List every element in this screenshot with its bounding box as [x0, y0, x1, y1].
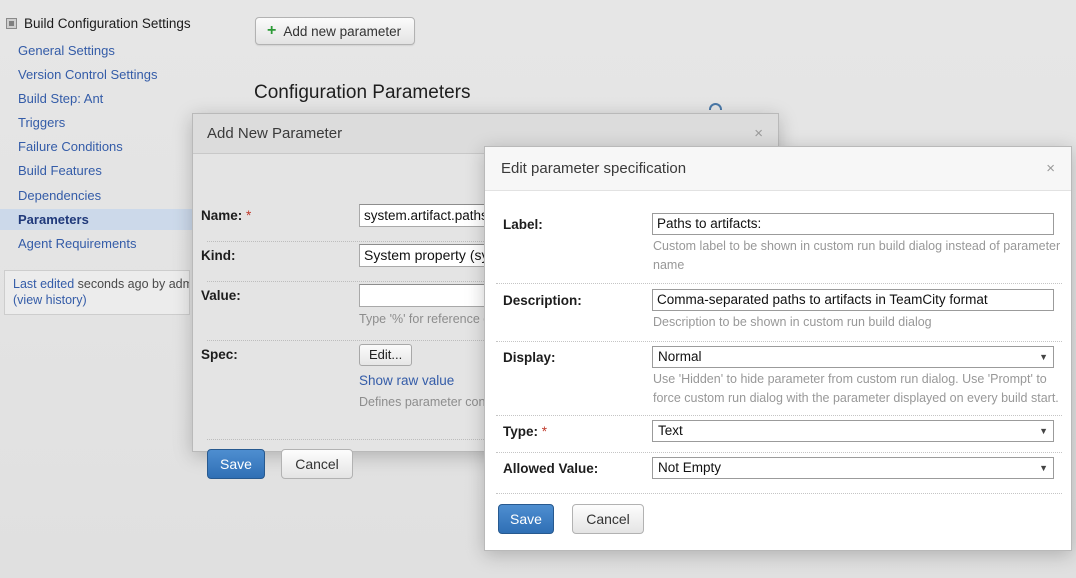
allowed-value-select[interactable]: Not Empty ▼ [652, 457, 1054, 479]
sidebar-item-version-control-settings[interactable]: Version Control Settings [0, 64, 196, 85]
name-field-label: Name: * [201, 208, 252, 223]
description-input[interactable]: Comma-separated paths to artifacts in Te… [652, 289, 1054, 311]
spec-field-label: Spec: [201, 347, 238, 362]
chevron-down-icon: ▼ [1039, 426, 1048, 436]
divider [496, 452, 1062, 453]
edit-dialog-title: Edit parameter specification [501, 160, 687, 177]
collapse-toggle-icon[interactable] [6, 18, 17, 29]
last-edited-prefix: Last edited [13, 277, 75, 291]
add-dialog-cancel-button[interactable]: Cancel [281, 449, 353, 479]
add-new-parameter-button[interactable]: + Add new parameter [255, 17, 416, 45]
edit-dialog-body: Label: Paths to artifacts: Custom label … [485, 191, 1071, 550]
sidebar-item-dependencies[interactable]: Dependencies [0, 185, 196, 206]
label-input[interactable]: Paths to artifacts: [652, 213, 1054, 235]
spec-hint: Defines parameter con [359, 395, 486, 409]
display-hint-line1: Use 'Hidden' to hide parameter from cust… [653, 372, 1047, 386]
add-dialog-save-button[interactable]: Save [207, 449, 265, 479]
value-hint: Type '%' for reference c [359, 312, 490, 326]
sidebar-item-build-features[interactable]: Build Features [0, 160, 196, 181]
sidebar-item-agent-requirements[interactable]: Agent Requirements [0, 233, 196, 254]
allowed-value-field-label: Allowed Value: [503, 461, 599, 476]
sidebar-root[interactable]: Build Configuration Settings [6, 16, 191, 31]
sidebar-item-build-step-ant[interactable]: Build Step: Ant [0, 88, 196, 109]
divider [496, 283, 1062, 284]
type-select-value: Text [658, 423, 683, 438]
plus-icon: + [267, 22, 277, 39]
divider [496, 493, 1062, 494]
type-field-label: Type: * [503, 424, 548, 439]
view-history-link[interactable]: (view history) [13, 293, 87, 307]
label-hint-line2: name [653, 258, 685, 272]
edit-dialog-save-button[interactable]: Save [498, 504, 554, 534]
allowed-value-select-value: Not Empty [658, 460, 722, 475]
type-select[interactable]: Text ▼ [652, 420, 1054, 442]
add-new-parameter-label: Add new parameter [283, 23, 402, 39]
kind-field-label: Kind: [201, 248, 236, 263]
sidebar-item-triggers[interactable]: Triggers [0, 112, 196, 133]
close-icon[interactable]: × [1042, 159, 1059, 178]
last-edited-text: seconds ago by adm [77, 277, 190, 291]
help-icon[interactable] [709, 103, 722, 110]
last-edited-box: Last edited seconds ago by adm (view his… [4, 270, 190, 315]
name-required-marker: * [246, 208, 252, 223]
display-hint-line2: force custom run dialog with the paramet… [653, 391, 1059, 405]
label-field-label: Label: [503, 217, 543, 232]
page-title: Configuration Parameters [254, 82, 471, 103]
label-hint-line1: Custom label to be shown in custom run b… [653, 239, 1061, 253]
close-icon[interactable]: × [750, 124, 767, 143]
display-select[interactable]: Normal ▼ [652, 346, 1054, 368]
divider [496, 415, 1062, 416]
add-dialog-title: Add New Parameter [207, 125, 343, 142]
sidebar-item-failure-conditions[interactable]: Failure Conditions [0, 136, 196, 157]
type-required-marker: * [541, 424, 548, 439]
sidebar-root-label: Build Configuration Settings [24, 16, 191, 31]
edit-dialog-cancel-button[interactable]: Cancel [572, 504, 644, 534]
chevron-down-icon: ▼ [1039, 352, 1048, 362]
divider [496, 341, 1062, 342]
description-hint-line1: Description to be shown in custom run bu… [653, 315, 932, 329]
sidebar-item-parameters[interactable]: Parameters [0, 209, 196, 230]
show-raw-value-link[interactable]: Show raw value [359, 373, 454, 388]
spec-edit-button[interactable]: Edit... [359, 344, 413, 366]
value-field-label: Value: [201, 288, 241, 303]
sidebar: Build Configuration Settings General Set… [0, 0, 196, 578]
description-field-label: Description: [503, 293, 582, 308]
sidebar-item-general-settings[interactable]: General Settings [0, 40, 196, 61]
display-field-label: Display: [503, 350, 556, 365]
edit-parameter-specification-dialog: Edit parameter specification × Label: Pa… [484, 146, 1072, 551]
edit-dialog-titlebar: Edit parameter specification × [485, 147, 1071, 191]
display-select-value: Normal [658, 349, 702, 364]
chevron-down-icon: ▼ [1039, 463, 1048, 473]
